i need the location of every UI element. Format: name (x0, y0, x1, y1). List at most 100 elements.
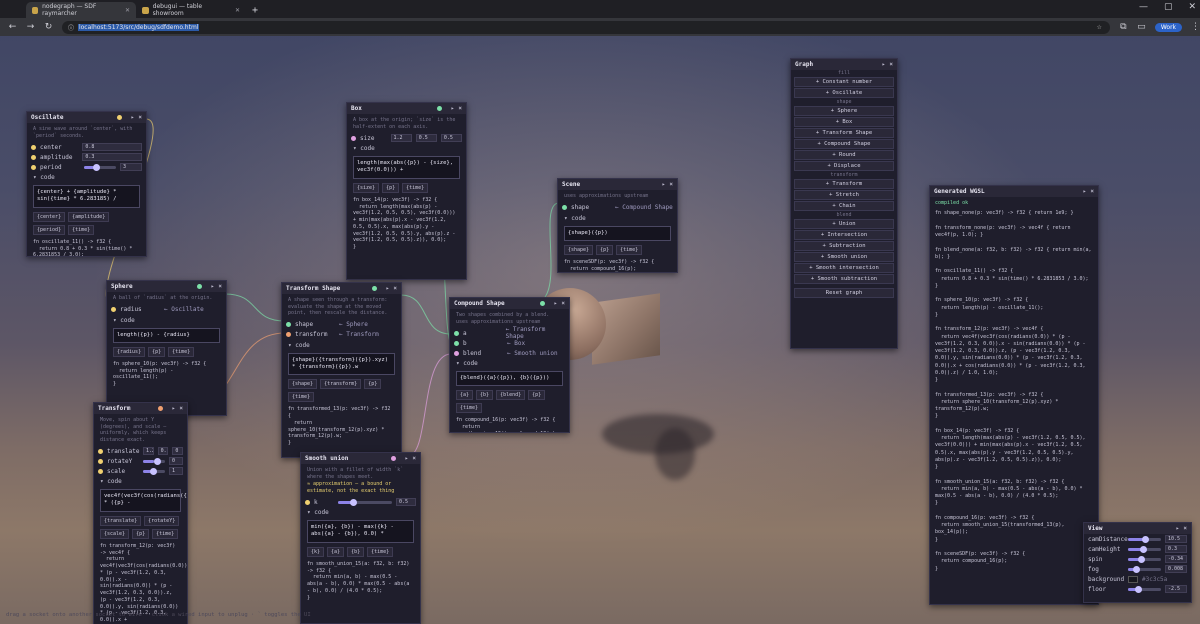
close-tab-icon[interactable]: ✕ (235, 7, 240, 14)
add-node-button[interactable]: + Sphere (794, 106, 894, 116)
output-socket-icon[interactable] (436, 106, 442, 111)
reset-graph-button[interactable]: Reset graph (794, 288, 894, 298)
insert-k-button[interactable]: {k} (307, 546, 325, 557)
add-node-button[interactable]: + Subtraction (794, 241, 894, 251)
input-socket-icon[interactable] (31, 144, 36, 150)
input-socket-icon[interactable] (562, 205, 567, 210)
collapse-icon[interactable]: ▸ (554, 300, 558, 307)
close-icon[interactable]: × (218, 283, 222, 290)
input-socket-icon[interactable] (454, 350, 459, 356)
node-header[interactable]: Oscillate ▸ × (27, 112, 146, 123)
wired-source-label[interactable]: ← Smooth union (507, 350, 558, 357)
insert-transform-button[interactable]: {transform} (320, 379, 362, 390)
node-compound-shape[interactable]: Compound Shape ▸ × Two shapes combined b… (449, 297, 570, 433)
add-node-button[interactable]: + Union (794, 219, 894, 229)
close-icon[interactable]: × (561, 300, 565, 307)
input-socket-icon[interactable] (98, 448, 103, 454)
camheight-field[interactable]: 0.3 (1165, 545, 1187, 553)
extensions-icon[interactable]: ⧉ (1119, 22, 1128, 32)
browser-tab-nodegraph[interactable]: nodegraph — SDF raymarcher ✕ (26, 2, 136, 18)
output-socket-icon[interactable] (539, 301, 545, 306)
collapse-icon[interactable]: ▸ (451, 105, 455, 112)
insert-scale-button[interactable]: {scale} (100, 528, 130, 539)
insert-time-button[interactable]: {time} (616, 244, 643, 255)
fog-slider[interactable] (1128, 565, 1161, 573)
insert-rotatey-button[interactable]: {rotateY} (144, 515, 180, 526)
input-socket-icon[interactable] (111, 307, 116, 312)
add-node-button[interactable]: + Round (794, 150, 894, 160)
input-socket-icon[interactable] (286, 332, 291, 337)
minimize-icon[interactable]: — (1139, 2, 1148, 12)
site-info-icon[interactable]: ⓘ (68, 23, 74, 32)
insert-radius-button[interactable]: {radius} (113, 346, 146, 357)
close-icon[interactable]: × (412, 455, 416, 462)
node-header[interactable]: Sphere ▸ × (107, 281, 226, 292)
url-text[interactable]: localhost:5173/src/debug/sdfdemo.html (77, 23, 200, 31)
input-socket-icon[interactable] (286, 322, 291, 327)
address-bar[interactable]: ⓘ localhost:5173/src/debug/sdfdemo.html … (61, 20, 1110, 34)
output-socket-icon[interactable] (196, 284, 202, 289)
insert-shape-button[interactable]: {shape} (564, 244, 594, 255)
browser-tab-debugui[interactable]: debugui — table showroom ✕ (136, 2, 246, 18)
node-scene[interactable]: Scene ▸ × uses approximations upstream s… (557, 178, 678, 273)
output-socket-icon[interactable] (371, 286, 377, 291)
side-panel-icon[interactable]: ▭ (1137, 22, 1146, 32)
insert-time-button[interactable]: {time} (168, 346, 195, 357)
node-oscillate[interactable]: Oscillate ▸ × A sine wave around `center… (26, 111, 147, 257)
node-smooth-union[interactable]: Smooth union ▸ × Union with a fillet of … (300, 452, 421, 624)
add-node-button[interactable]: + Oscillate (794, 88, 894, 98)
wired-source-label[interactable]: ← Transform (339, 331, 379, 338)
code-toggle[interactable]: ▾ code (107, 315, 226, 326)
rotatey-slider[interactable] (143, 457, 165, 465)
amplitude-field[interactable]: 0.3 (82, 153, 142, 161)
wired-source-label[interactable]: ← Transform Shape (506, 326, 565, 340)
collapse-icon[interactable]: ▸ (662, 181, 666, 188)
collapse-icon[interactable]: ▸ (386, 285, 390, 292)
floor-slider[interactable] (1128, 585, 1161, 593)
code-toggle[interactable]: ▾ code (347, 143, 466, 154)
wired-source-label[interactable]: ← Compound Shape (615, 204, 673, 211)
period-field[interactable]: 3 (120, 163, 142, 171)
camdistance-field[interactable]: 10.5 (1165, 535, 1187, 543)
close-icon[interactable]: × (669, 181, 673, 188)
add-node-button[interactable]: + Box (794, 117, 894, 127)
code-toggle[interactable]: ▾ code (282, 340, 401, 351)
size-y-field[interactable]: 0.5 (415, 134, 437, 142)
size-x-field[interactable]: 1.2 (390, 134, 412, 142)
insert-time-button[interactable]: {time} (456, 403, 483, 414)
add-node-button[interactable]: + Chain (794, 201, 894, 211)
back-icon[interactable]: ← (8, 22, 17, 32)
insert-period-button[interactable]: {period} (33, 224, 66, 235)
insert-translate-button[interactable]: {translate} (100, 515, 142, 526)
scale-field[interactable]: 1 (169, 467, 183, 475)
input-socket-icon[interactable] (98, 458, 103, 464)
wired-source-label[interactable]: ← Sphere (339, 321, 368, 328)
wired-source-label[interactable]: ← Oscillate (164, 306, 204, 313)
period-slider[interactable] (84, 163, 116, 171)
node-header[interactable]: Smooth union ▸ × (301, 453, 420, 464)
insert-p-button[interactable]: {p} (596, 244, 614, 255)
insert-b-button[interactable]: {b} (476, 390, 494, 401)
output-socket-icon[interactable] (116, 115, 122, 120)
input-socket-icon[interactable] (454, 330, 459, 336)
insert-p-button[interactable]: {p} (382, 182, 400, 193)
close-window-icon[interactable]: ✕ (1188, 2, 1196, 12)
collapse-icon[interactable]: ▸ (211, 283, 215, 290)
close-icon[interactable]: × (138, 114, 142, 121)
code-toggle[interactable]: ▾ code (450, 358, 569, 369)
insert-amplitude-button[interactable]: {amplitude} (68, 211, 110, 222)
code-toggle[interactable]: ▾ code (558, 213, 677, 224)
insert-p-button[interactable]: {p} (528, 390, 546, 401)
bookmark-star-icon[interactable]: ☆ (1096, 24, 1101, 31)
node-transform-shape[interactable]: Transform Shape ▸ × A shape seen through… (281, 282, 402, 458)
camheight-slider[interactable] (1128, 545, 1161, 553)
insert-a-button[interactable]: {a} (456, 390, 474, 401)
insert-p-button[interactable]: {p} (148, 346, 166, 357)
fog-field[interactable]: 0.008 (1165, 565, 1187, 573)
expression-editor[interactable]: vec4f(vec3f(cos(radians({rotateY})) * ({… (100, 489, 187, 512)
insert-time-button[interactable]: {time} (367, 546, 394, 557)
expression-editor[interactable]: {blend}({a}({p}), {b}({p})) (456, 371, 563, 387)
insert-b-button[interactable]: {b} (347, 546, 365, 557)
collapse-icon[interactable]: ▸ (1083, 188, 1087, 195)
k-field[interactable]: 0.5 (396, 498, 416, 506)
